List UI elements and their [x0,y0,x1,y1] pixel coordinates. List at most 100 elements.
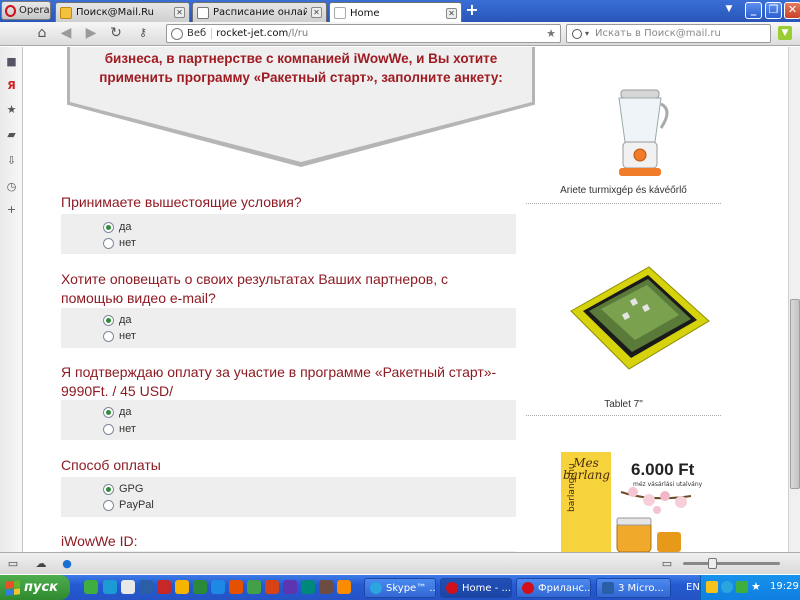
quicklaunch-icon[interactable] [121,580,135,594]
menu-chevron-down-icon[interactable]: ▼ [778,26,792,40]
blender-icon [618,89,669,176]
quicklaunch-icon[interactable] [211,580,225,594]
task-freelance[interactable]: Фриланс... [516,578,591,598]
chrome-icon[interactable] [247,580,261,594]
opera-menu-button[interactable]: Opera [1,1,51,20]
turbo-icon[interactable]: ● [60,557,74,570]
address-host: rocket-jet.com [216,28,289,39]
forward-icon[interactable]: ▶ [83,25,99,41]
task-skype[interactable]: Skype™ ... [364,578,436,598]
address-path: /l/ru [288,28,309,39]
restore-button[interactable]: ❐ [765,2,782,19]
yandex-icon[interactable]: Я [5,79,18,92]
opera-icon [522,582,534,594]
star-tray-icon[interactable]: ★ [751,581,763,593]
option-yes[interactable]: да [103,406,132,418]
radio-button[interactable] [103,483,114,495]
option-no[interactable]: нет [103,237,136,249]
home-icon[interactable]: ⌂ [34,25,50,41]
option-label: да [119,221,132,233]
notes-icon[interactable]: ▰ [5,128,18,141]
task-opera-home[interactable]: Home - ... [440,578,512,598]
close-tab-icon[interactable]: ✕ [446,7,457,19]
tab-schedule[interactable]: Расписание онлайн пре... ✕ [192,2,327,22]
side-panel: ■ Я ★ ▰ ⇩ ◷ + [0,47,23,552]
history-clock-icon[interactable]: ◷ [5,180,18,193]
radio-button[interactable] [103,330,114,342]
bookmark-star-icon[interactable]: ★ [546,27,556,40]
option-yes[interactable]: да [103,314,132,326]
radio-button[interactable] [103,423,114,435]
tab-mail[interactable]: Поиск@Mail.Ru ✕ [55,2,190,22]
quicklaunch-icon[interactable] [265,580,279,594]
search-engine-dropdown-icon[interactable]: ▾ [585,29,589,38]
quicklaunch-icon[interactable] [84,580,98,594]
address-bar[interactable]: Веб rocket-jet.com/l/ru ★ [166,24,561,43]
zoom-slider-knob[interactable] [708,558,717,569]
add-panel-icon[interactable]: + [5,203,18,216]
option-yes[interactable]: да [103,221,132,233]
quicklaunch-icon[interactable] [319,580,333,594]
opera-unite-cloud-icon[interactable]: ☁ [34,557,48,570]
task-word[interactable]: 3 Micro... [596,578,671,598]
language-indicator[interactable]: EN [686,582,700,593]
product-image-blender[interactable] [561,84,718,184]
tray-icon[interactable] [706,581,718,593]
opera-icon[interactable] [157,580,171,594]
windows-taskbar: пуск Skype™ ... Home - ... Фриланс... 3 … [0,575,800,600]
search-box[interactable]: ▾ Искать в Поиск@mail.ru [566,24,771,43]
reload-icon[interactable]: ↻ [108,25,124,41]
tab-title: Home [350,7,380,19]
radio-button[interactable] [103,221,114,233]
product-caption[interactable]: Tablet 7" [521,399,726,410]
minimize-button[interactable]: _ [745,2,762,19]
option-paypal[interactable]: PayPal [103,499,154,511]
option-gpg[interactable]: GPG [103,483,143,495]
skype-tray-icon[interactable] [721,581,733,593]
quicklaunch-icon[interactable] [337,580,351,594]
scrollbar-thumb[interactable] [790,299,800,489]
tray-icon[interactable] [736,581,748,593]
address-url[interactable]: rocket-jet.com/l/ru [216,28,308,39]
panel-toggle-icon[interactable]: ▭ [6,557,20,570]
key-icon[interactable]: ⚷ [135,25,151,41]
quicklaunch-icon[interactable] [301,580,315,594]
quicklaunch-icon[interactable] [175,580,189,594]
back-icon[interactable]: ◀ [58,25,74,41]
tab-menu-chevron-down-icon[interactable]: ▼ [722,4,736,18]
quicklaunch-icon[interactable] [103,580,117,594]
new-tab-button[interactable]: + [464,2,480,19]
radio-button[interactable] [103,237,114,249]
word-icon[interactable] [139,580,153,594]
tab-title: Расписание онлайн пре... [213,7,307,18]
close-tab-icon[interactable]: ✕ [174,7,185,18]
question-2-label: Хотите оповещать о своих результатах Ваш… [61,271,448,306]
web-page: бизнеса, в партнерстве с компанией iWowW… [23,47,788,552]
zoom-slider-track[interactable] [683,562,780,565]
tab-title: Поиск@Mail.Ru [76,7,155,18]
view-icon[interactable]: ▭ [660,557,674,570]
radio-button[interactable] [103,499,114,511]
option-no[interactable]: нет [103,423,136,435]
option-no[interactable]: нет [103,330,136,342]
question-4-label: Способ оплаты [61,457,161,473]
quicklaunch-icon[interactable] [229,580,243,594]
product-caption[interactable]: Ariete turmixgép és kávéőrlő [521,185,726,196]
honey-voucher-ad[interactable]: Mes barlang 6.000 Ft méz vásárlási utalv… [561,452,718,552]
radio-button[interactable] [103,406,114,418]
quicklaunch-icon[interactable] [193,580,207,594]
vertical-scrollbar[interactable] [788,47,800,552]
downloads-icon[interactable]: ⇩ [5,154,18,167]
close-window-button[interactable]: ✕ [784,2,800,19]
product-image-tablet[interactable] [561,239,718,394]
start-button[interactable]: пуск [0,575,70,600]
quicklaunch-icon[interactable] [283,580,297,594]
close-tab-icon[interactable]: ✕ [311,7,322,18]
radio-button[interactable] [103,314,114,326]
divider [526,203,721,204]
bookmarks-panel-icon[interactable]: ■ [5,55,18,68]
tab-home[interactable]: Home ✕ [329,2,462,23]
option-label: да [119,314,132,326]
tablet-icon [570,266,710,370]
favorites-star-icon[interactable]: ★ [5,103,18,116]
